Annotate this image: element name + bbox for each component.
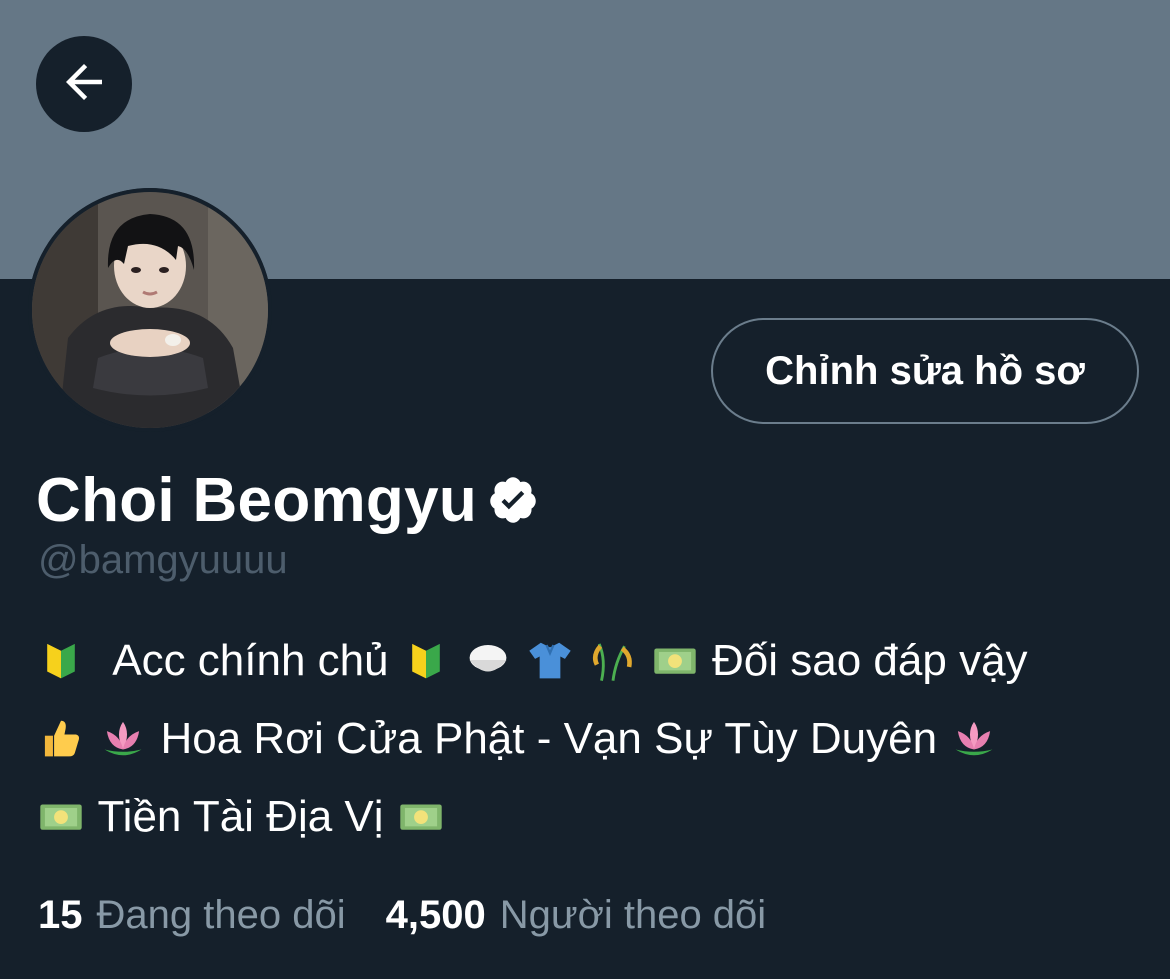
money-bill-icon [654,648,696,674]
following-link[interactable]: 15 Đang theo dõi [38,893,346,938]
followers-link[interactable]: 4,500 Người theo dõi [386,893,767,938]
profile-stats: 15 Đang theo dõi 4,500 Người theo dõi [38,893,766,938]
bio-text-doi-sao: Đối sao đáp vậy [712,636,1028,685]
bio: Acc chính chủ Đối sao đáp vậy Hoa Rơi Cử… [36,622,1136,856]
shirt-icon [529,642,572,679]
arrow-left-icon [57,55,111,114]
money-bill-icon [40,804,82,830]
beginner-badge-icon [412,643,440,679]
followers-label: Người theo dõi [499,893,767,937]
lotus-icon [955,721,993,756]
following-label: Đang theo dõi [96,893,346,937]
beginner-badge-icon [47,643,75,679]
bio-text-tien-tai: Tiền Tài Địa Vị [97,792,384,841]
display-name: Choi Beomgyu [36,465,478,535]
bio-line-3: Tiền Tài Địa Vị [36,778,1136,856]
verified-badge-icon [487,474,539,526]
thumbs-up-icon [44,720,80,757]
bio-text-acc: Acc chính chủ [112,636,389,685]
rice-plant-icon [592,643,632,682]
edit-profile-button[interactable]: Chỉnh sửa hồ sơ [711,318,1139,424]
back-button[interactable] [36,36,132,132]
bio-text-hoa-roi: Hoa Rơi Cửa Phật - Vạn Sự Tùy Duyên [160,714,938,763]
money-bill-icon [400,804,442,830]
followers-count: 4,500 [385,893,486,937]
profile-page: Chỉnh sửa hồ sơ Choi Beomgyu @bamgyuuuu … [0,0,1170,979]
following-count: 15 [38,893,83,937]
bio-line-2: Hoa Rơi Cửa Phật - Vạn Sự Tùy Duyên [36,700,1136,778]
name-row: Choi Beomgyu [36,462,539,538]
lotus-icon [104,721,142,756]
rice-bowl-icon [469,645,507,672]
edit-profile-label: Chỉnh sửa hồ sơ [765,348,1085,393]
avatar[interactable] [28,188,272,432]
handle: @bamgyuuuu [38,538,288,582]
bio-line-1: Acc chính chủ Đối sao đáp vậy [36,622,1136,700]
